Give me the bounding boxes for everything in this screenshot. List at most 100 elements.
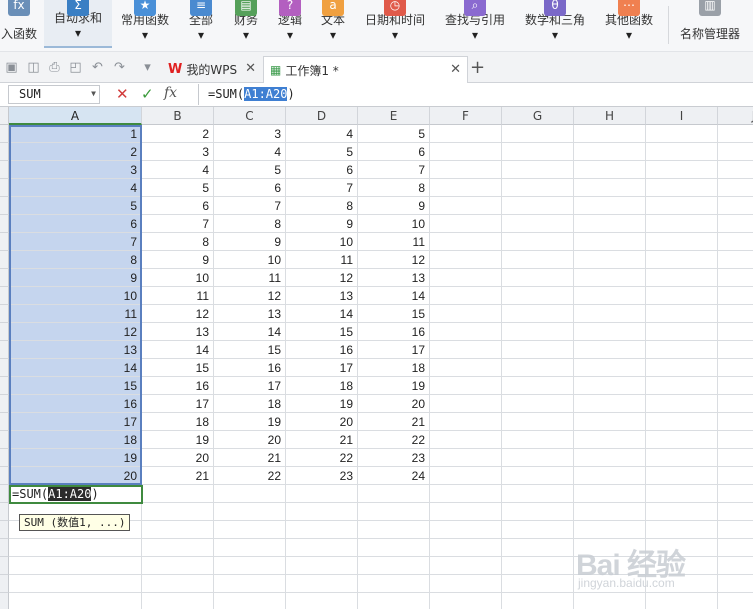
cell-d1[interactable]: 4 [286,125,358,143]
cell-i6[interactable] [646,215,718,233]
cell-f1[interactable] [430,125,502,143]
cell-j14[interactable] [718,359,753,377]
cell-d14[interactable]: 17 [286,359,358,377]
cell-a24[interactable] [9,539,142,557]
column-header-b[interactable]: B [142,107,214,125]
cell-h5[interactable] [574,197,646,215]
row-header[interactable] [0,125,9,143]
row-header[interactable] [0,161,9,179]
cell-b4[interactable]: 5 [142,179,214,197]
cell-d10[interactable]: 13 [286,287,358,305]
new-tab-button[interactable]: + [470,57,485,78]
cell-d5[interactable]: 8 [286,197,358,215]
cell-j19[interactable] [718,449,753,467]
cell-i1[interactable] [646,125,718,143]
cell-i15[interactable] [646,377,718,395]
cell-j11[interactable] [718,305,753,323]
fx-icon[interactable]: fx [164,85,177,101]
cell-a15[interactable]: 15 [9,377,142,395]
cell-d11[interactable]: 14 [286,305,358,323]
cell-g10[interactable] [502,287,574,305]
cell-i2[interactable] [646,143,718,161]
cell-c12[interactable]: 14 [214,323,286,341]
row-header[interactable] [0,269,9,287]
cell-g14[interactable] [502,359,574,377]
cell-i4[interactable] [646,179,718,197]
cell-g12[interactable] [502,323,574,341]
cell-a16[interactable]: 16 [9,395,142,413]
cell-c17[interactable]: 19 [214,413,286,431]
cell-j1[interactable] [718,125,753,143]
cell-i13[interactable] [646,341,718,359]
cell-h4[interactable] [574,179,646,197]
ribbon-button-10[interactable]: θ 数学和三角 ▾ [517,0,593,48]
cell-g7[interactable] [502,233,574,251]
cell-h11[interactable] [574,305,646,323]
cell-e18[interactable]: 22 [358,431,430,449]
cell-e15[interactable]: 19 [358,377,430,395]
cell-b5[interactable]: 6 [142,197,214,215]
cell-f23[interactable] [430,521,502,539]
cell-f20[interactable] [430,467,502,485]
cell-a20[interactable]: 20 [9,467,142,485]
cell-g23[interactable] [502,521,574,539]
cell-b27[interactable] [142,593,214,609]
cell-c25[interactable] [214,557,286,575]
cell-e6[interactable]: 10 [358,215,430,233]
cancel-icon[interactable]: ✕ [116,85,129,103]
cell-h13[interactable] [574,341,646,359]
cell-i17[interactable] [646,413,718,431]
cell-g21[interactable] [502,485,574,503]
cell-e26[interactable] [358,575,430,593]
cell-j12[interactable] [718,323,753,341]
cell-a9[interactable]: 9 [9,269,142,287]
cell-b14[interactable]: 15 [142,359,214,377]
cell-j16[interactable] [718,395,753,413]
cell-h6[interactable] [574,215,646,233]
cell-e1[interactable]: 5 [358,125,430,143]
row-header[interactable] [0,395,9,413]
cell-d6[interactable]: 9 [286,215,358,233]
cell-a25[interactable] [9,557,142,575]
cell-c7[interactable]: 9 [214,233,286,251]
check-icon[interactable]: ✓ [141,85,154,103]
cell-g18[interactable] [502,431,574,449]
cell-a18[interactable]: 18 [9,431,142,449]
cell-e23[interactable] [358,521,430,539]
cell-c18[interactable]: 20 [214,431,286,449]
cell-e12[interactable]: 16 [358,323,430,341]
cell-a12[interactable]: 12 [9,323,142,341]
cell-f14[interactable] [430,359,502,377]
cell-b20[interactable]: 21 [142,467,214,485]
cell-h1[interactable] [574,125,646,143]
cell-e5[interactable]: 9 [358,197,430,215]
cell-f3[interactable] [430,161,502,179]
cell-g20[interactable] [502,467,574,485]
cell-f9[interactable] [430,269,502,287]
cell-a26[interactable] [9,575,142,593]
cell-h22[interactable] [574,503,646,521]
row-header[interactable] [0,215,9,233]
tab-my-wps[interactable]: W 我的WPS ✕ [162,56,262,83]
cell-j9[interactable] [718,269,753,287]
cell-g25[interactable] [502,557,574,575]
cell-e3[interactable]: 7 [358,161,430,179]
select-all-corner[interactable] [0,107,9,125]
cell-d9[interactable]: 12 [286,269,358,287]
cell-j15[interactable] [718,377,753,395]
cell-e21[interactable] [358,485,430,503]
cell-e2[interactable]: 6 [358,143,430,161]
cell-f10[interactable] [430,287,502,305]
column-header-g[interactable]: G [502,107,574,125]
ribbon-button-12[interactable]: ▥ 名称管理器 [675,0,745,48]
cell-f5[interactable] [430,197,502,215]
column-header-f[interactable]: F [430,107,502,125]
cell-b11[interactable]: 12 [142,305,214,323]
cell-f8[interactable] [430,251,502,269]
cell-b12[interactable]: 13 [142,323,214,341]
row-header[interactable] [0,521,9,539]
cell-h12[interactable] [574,323,646,341]
row-header[interactable] [0,251,9,269]
cell-e10[interactable]: 14 [358,287,430,305]
cell-e27[interactable] [358,593,430,609]
